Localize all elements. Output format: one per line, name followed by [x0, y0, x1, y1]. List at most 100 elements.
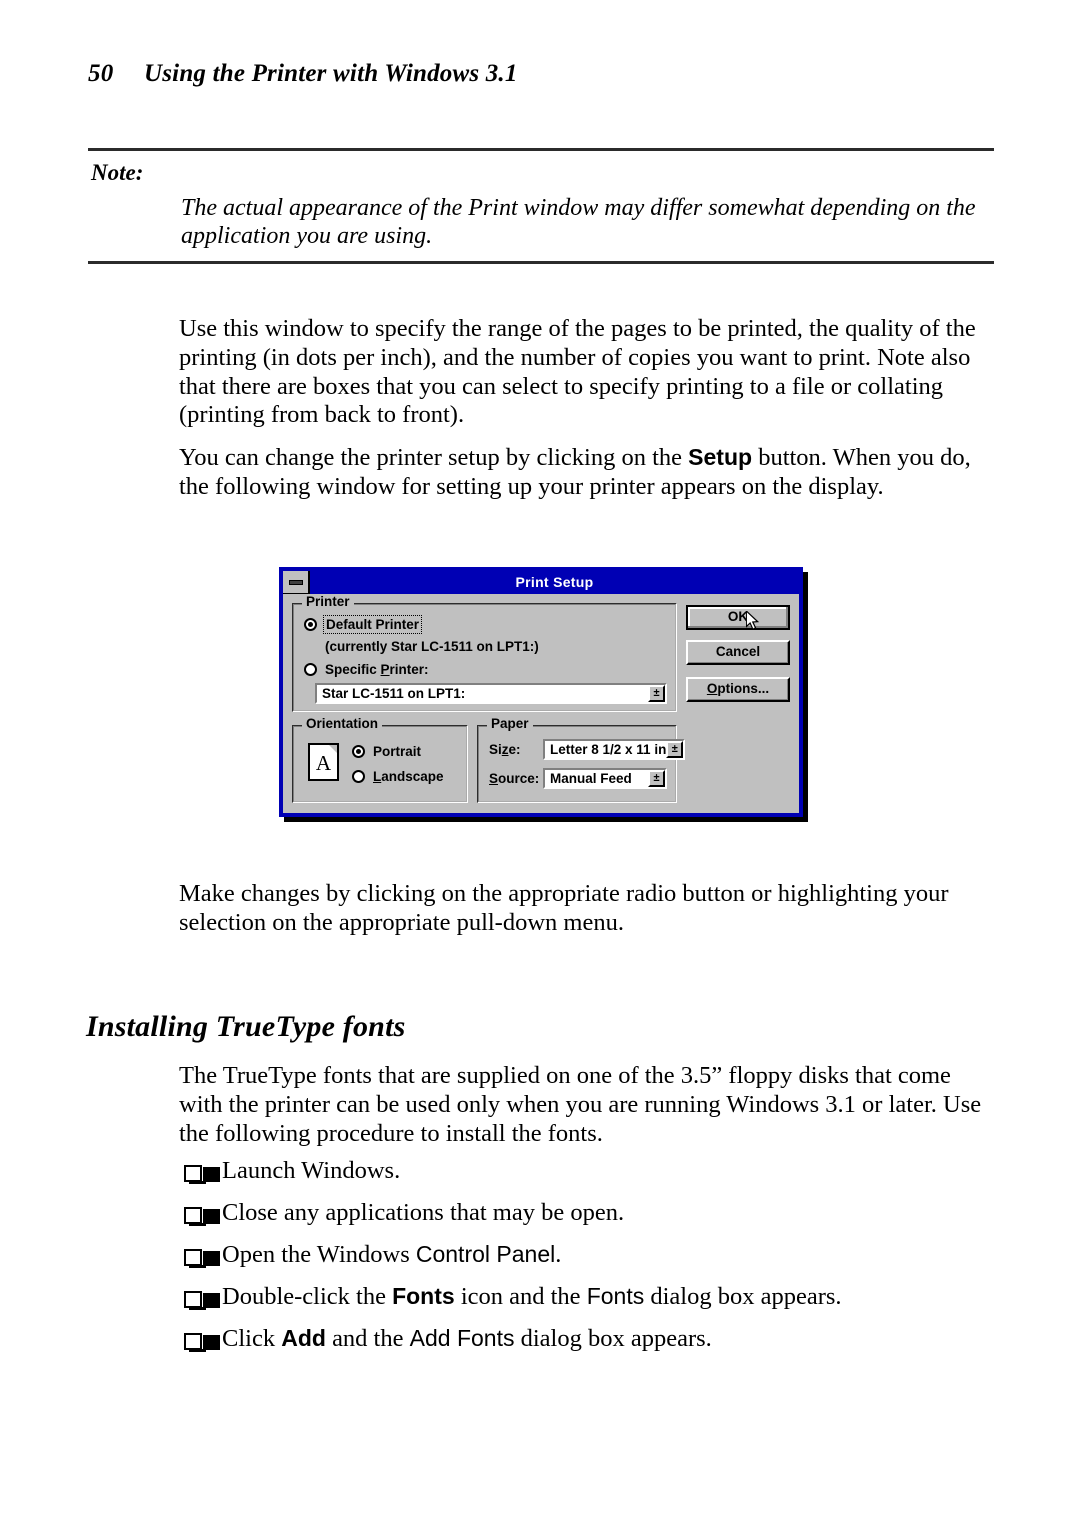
running-head: 50 Using the Printer with Windows 3.1 — [88, 60, 994, 88]
paragraph-setup: You can change the printer setup by clic… — [179, 444, 994, 502]
portrait-radio-row[interactable]: Portrait — [352, 744, 444, 759]
paper-source-value: Manual Feed — [550, 771, 632, 786]
list-item-post: . — [555, 1240, 562, 1268]
list-item-text: Launch Windows. — [222, 1157, 401, 1184]
chevron-down-icon[interactable]: ± — [648, 770, 665, 787]
page-orientation-icon: A — [308, 743, 339, 781]
printer-group: Printer Default Printer (currently Star … — [292, 595, 677, 712]
chevron-down-icon[interactable]: ± — [648, 685, 665, 702]
list-item-text: Click Add and the Add Fonts dialog box a… — [222, 1325, 994, 1354]
fonts-icon-keyword: Fonts — [392, 1282, 455, 1309]
specific-printer-label-pre: Specific — [325, 662, 381, 677]
portrait-label[interactable]: Portrait — [373, 744, 421, 759]
checkbox-bullet-icon — [184, 1332, 206, 1352]
radio-portrait-icon[interactable] — [352, 745, 365, 758]
list-item-mid: icon and the — [454, 1282, 587, 1310]
specific-printer-label-post: rinter: — [389, 662, 429, 677]
radio-default-printer-icon[interactable] — [304, 618, 317, 631]
orientation-group-label: Orientation — [302, 717, 383, 731]
setup-keyword: Setup — [688, 444, 753, 470]
paragraph-intro: Use this window to specify the range of … — [179, 315, 976, 429]
control-panel-keyword: Control Panel — [415, 1240, 556, 1267]
list-item: Launch Windows. — [179, 1157, 994, 1186]
paper-source-mnemonic: S — [489, 771, 499, 786]
list-item: Double-click the Fonts icon and the Font… — [179, 1283, 994, 1312]
paper-size-label-post: e: — [508, 742, 521, 757]
landscape-radio-row[interactable]: Landscape — [352, 769, 444, 784]
paper-source-combo[interactable]: Manual Feed ± — [543, 768, 667, 789]
paper-source-row: Source: Manual Feed ± — [489, 768, 667, 789]
landscape-mnemonic: L — [373, 769, 382, 784]
printer-group-label: Printer — [302, 595, 354, 609]
list-item-text: Open the Windows Control Panel. — [222, 1241, 994, 1270]
printer-combo-value: Star LC-1511 on LPT1: — [322, 686, 466, 701]
printer-select-combo[interactable]: Star LC-1511 on LPT1: ± — [315, 683, 667, 704]
list-item-mid: and the — [325, 1324, 410, 1352]
dialog-button-column: OK Cancel Options... — [686, 605, 790, 712]
landscape-label[interactable]: Landscape — [373, 769, 444, 784]
note-rule-top — [88, 148, 994, 151]
cancel-button[interactable]: Cancel — [686, 640, 790, 665]
paragraph-setup-part1: You can change the printer setup by clic… — [179, 444, 689, 471]
paper-size-label-pre: Si — [489, 742, 502, 757]
specific-printer-mnemonic: P — [380, 662, 390, 677]
checkbox-bullet-icon — [184, 1248, 206, 1268]
paper-size-row: Size: Letter 8 1/2 x 11 in ± — [489, 739, 686, 760]
default-printer-label[interactable]: Default Printer — [322, 615, 423, 634]
list-item-text: Close any applications that may be open. — [222, 1198, 625, 1226]
procedure-checklist: Launch Windows. Close any applications t… — [179, 1157, 994, 1367]
checkbox-bullet-icon — [184, 1206, 206, 1226]
paper-size-mnemonic: z — [501, 742, 509, 757]
chevron-down-icon[interactable]: ± — [666, 741, 684, 758]
list-item-text: Double-click the Fonts icon and the Font… — [222, 1283, 994, 1312]
section-heading: Installing TrueType fonts — [86, 1010, 406, 1043]
paper-source-label-post: ource: — [498, 771, 540, 786]
add-button-keyword: Add — [281, 1324, 326, 1351]
checkbox-bullet-icon — [184, 1165, 206, 1184]
note-rule-bottom — [88, 260, 994, 264]
paper-group-label: Paper — [487, 717, 533, 731]
orientation-group: Orientation A Portrait Landscape — [292, 717, 468, 803]
document-page: 50 Using the Printer with Windows 3.1 Not… — [0, 0, 1080, 1529]
dialog-client-area: Printer Default Printer (currently Star … — [283, 594, 799, 813]
list-item: Close any applications that may be open. — [179, 1199, 994, 1228]
page-number: 50 — [88, 60, 114, 87]
list-item-pre: Double-click the — [222, 1282, 393, 1310]
default-printer-radio-row[interactable]: Default Printer — [304, 615, 665, 634]
dialog-title: Print Setup — [515, 574, 594, 590]
list-item-post: dialog box appears. — [644, 1282, 842, 1310]
paper-size-value: Letter 8 1/2 x 11 in — [550, 742, 667, 757]
add-fonts-dialog-keyword: Add Fonts — [409, 1324, 515, 1351]
landscape-label-post: andscape — [381, 769, 444, 784]
options-mnemonic: O — [706, 681, 718, 696]
specific-printer-radio-row[interactable]: Specific Printer: — [304, 662, 665, 677]
currently-selected-printer-text: (currently Star LC-1511 on LPT1:) — [325, 639, 539, 654]
list-item-pre: Click — [222, 1324, 282, 1352]
paragraph-truetype: The TrueType fonts that are supplied on … — [179, 1062, 982, 1147]
print-setup-dialog: Print Setup Printer Default Printer (cur… — [279, 567, 803, 817]
paper-source-label: Source: — [489, 771, 543, 786]
options-button[interactable]: Options... — [686, 677, 790, 702]
print-setup-dialog-figure: Print Setup Printer Default Printer (cur… — [279, 567, 808, 822]
paragraph-make-changes: Make changes by clicking on the appropri… — [179, 880, 949, 936]
list-item-post: dialog box appears. — [514, 1324, 712, 1352]
list-item-pre: Open the Windows — [222, 1240, 416, 1268]
note-block: Note: The actual appearance of the Print… — [88, 148, 994, 264]
note-label: Note: — [91, 160, 144, 185]
note-body: The actual appearance of the Print windo… — [181, 195, 976, 249]
specific-printer-label[interactable]: Specific Printer: — [325, 662, 429, 677]
paper-size-combo[interactable]: Letter 8 1/2 x 11 in ± — [543, 739, 686, 760]
minimize-icon[interactable] — [283, 571, 310, 594]
list-item: Click Add and the Add Fonts dialog box a… — [179, 1325, 994, 1354]
radio-landscape-icon[interactable] — [352, 770, 365, 783]
dialog-titlebar: Print Setup — [283, 571, 799, 594]
fonts-dialog-keyword: Fonts — [586, 1282, 645, 1309]
list-item: Open the Windows Control Panel. — [179, 1241, 994, 1270]
ok-button[interactable]: OK — [686, 605, 790, 630]
running-head-title: Using the Printer with Windows 3.1 — [144, 60, 518, 87]
checkbox-bullet-icon — [184, 1290, 206, 1310]
radio-specific-printer-icon[interactable] — [304, 663, 317, 676]
paper-size-label: Size: — [489, 742, 543, 757]
page-icon-letter: A — [315, 751, 332, 775]
paper-group: Paper Size: Letter 8 1/2 x 11 in ± Sourc… — [477, 717, 686, 803]
